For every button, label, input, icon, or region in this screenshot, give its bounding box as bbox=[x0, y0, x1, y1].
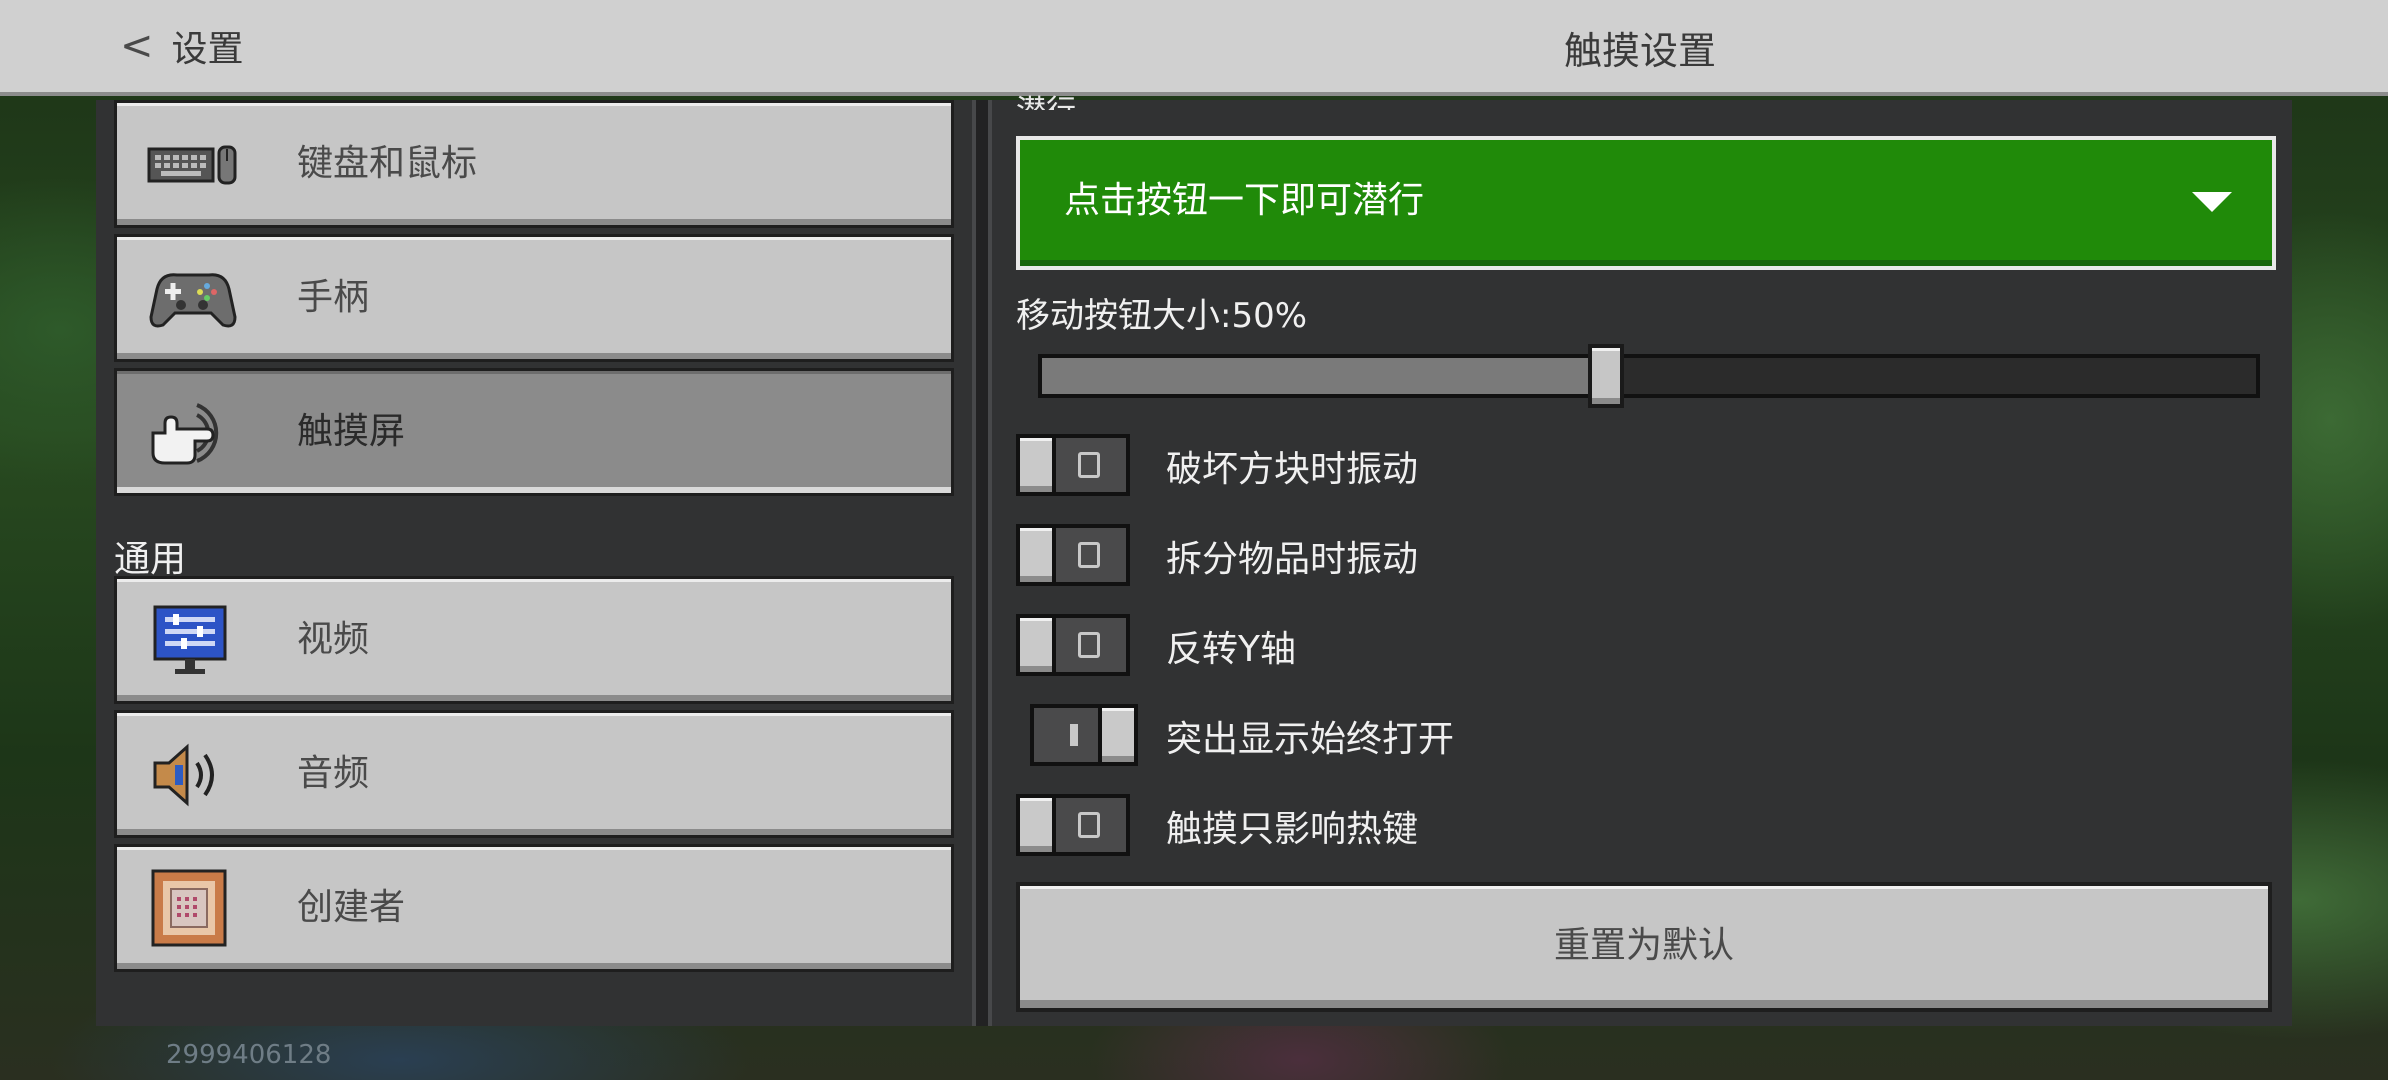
section-heading-general: 通用 bbox=[114, 539, 187, 580]
vibrate-on-break-toggle[interactable] bbox=[1016, 434, 1130, 496]
sneak-heading: 潜行 bbox=[1016, 86, 1076, 110]
sidebar-item-audio[interactable]: 音频 bbox=[114, 710, 954, 838]
dropdown-selected-value: 点击按钮一下即可潜行 bbox=[1064, 180, 1425, 221]
reset-to-default-button[interactable]: 重置为默认 bbox=[1016, 882, 2272, 1012]
toggle-label: 拆分物品时振动 bbox=[1166, 539, 1419, 580]
invert-y-axis-toggle[interactable] bbox=[1016, 614, 1130, 676]
sidebar-item-label: 键盘和鼠标 bbox=[297, 143, 478, 184]
off-indicator-icon bbox=[1078, 542, 1100, 568]
off-indicator-icon bbox=[1078, 452, 1100, 478]
off-indicator-icon bbox=[1078, 632, 1100, 658]
back-label: 设置 bbox=[171, 29, 244, 70]
toggle-knob bbox=[1016, 614, 1056, 676]
highlight-always-on-toggle[interactable] bbox=[1030, 704, 1138, 766]
chevron-left-icon: < bbox=[120, 23, 154, 69]
touch-hotbar-only-toggle[interactable] bbox=[1016, 794, 1130, 856]
touch-hand-icon bbox=[151, 403, 219, 465]
toggle-knob bbox=[1016, 524, 1056, 586]
panel-divider bbox=[972, 100, 992, 1026]
sidebar-item-label: 音频 bbox=[297, 753, 370, 794]
back-button[interactable]: < 设置 bbox=[120, 18, 244, 74]
page-title: 触摸设置 bbox=[1563, 29, 1716, 73]
monitor-icon bbox=[153, 605, 227, 674]
caret-down-icon bbox=[2192, 192, 2232, 212]
speaker-icon bbox=[153, 743, 214, 807]
on-indicator-icon bbox=[1070, 724, 1078, 746]
slider-handle[interactable] bbox=[1588, 344, 1624, 408]
sidebar-item-creator[interactable]: 创建者 bbox=[114, 844, 954, 972]
sidebar-item-label: 手柄 bbox=[297, 277, 370, 318]
sidebar-item-controller[interactable]: 手柄 bbox=[114, 234, 954, 362]
toggle-label: 触摸只影响热键 bbox=[1166, 809, 1419, 850]
settings-sidebar: 键盘和鼠标 手柄 触摸屏 通用 视频 音频 创建者 bbox=[96, 100, 972, 1026]
sidebar-item-video[interactable]: 视频 bbox=[114, 576, 954, 704]
vibrate-on-split-toggle[interactable] bbox=[1016, 524, 1130, 586]
button-size-slider[interactable] bbox=[1038, 354, 2260, 398]
toggle-knob bbox=[1098, 704, 1138, 766]
sidebar-item-label: 创建者 bbox=[297, 887, 406, 928]
button-size-label: 移动按钮大小:50% bbox=[1016, 296, 1308, 336]
toggle-label: 突出显示始终打开 bbox=[1166, 719, 1455, 760]
header-bar: < 设置 触摸设置 bbox=[0, 0, 2388, 96]
sneak-mode-dropdown[interactable]: 点击按钮一下即可潜行 bbox=[1016, 136, 2276, 270]
gamepad-icon bbox=[149, 273, 237, 328]
toggle-label: 反转Y轴 bbox=[1166, 629, 1296, 670]
reset-button-label: 重置为默认 bbox=[1553, 925, 1734, 966]
toggle-label: 破坏方块时振动 bbox=[1166, 449, 1419, 490]
sidebar-item-touchscreen[interactable]: 触摸屏 bbox=[114, 368, 954, 496]
slider-fill bbox=[1042, 358, 1608, 394]
command-block-icon bbox=[151, 869, 227, 947]
sidebar-item-label: 视频 bbox=[297, 619, 370, 660]
sidebar-item-keyboard-mouse[interactable]: 键盘和鼠标 bbox=[114, 100, 954, 228]
sidebar-item-label: 触摸屏 bbox=[297, 411, 406, 452]
keyboard-mouse-icon bbox=[147, 145, 237, 185]
version-id: 2999406128 bbox=[166, 1040, 332, 1070]
off-indicator-icon bbox=[1078, 812, 1100, 838]
toggle-knob bbox=[1016, 434, 1056, 496]
toggle-knob bbox=[1016, 794, 1056, 856]
touch-settings-panel: 潜行 点击按钮一下即可潜行 移动按钮大小:50% 破坏方块时振动 拆分物品时振动… bbox=[992, 94, 2292, 1026]
